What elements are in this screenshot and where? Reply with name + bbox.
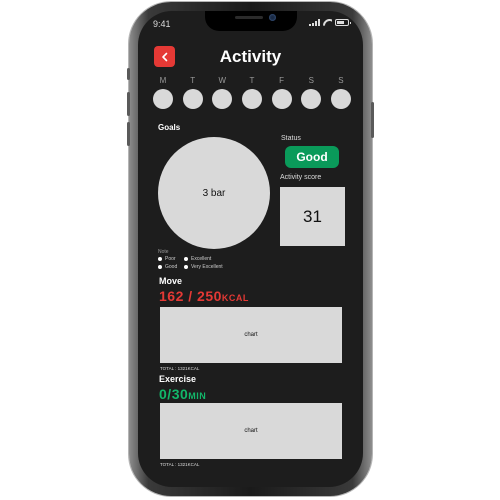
day-label: M bbox=[159, 76, 167, 85]
day-circle[interactable] bbox=[301, 89, 322, 109]
day-circle[interactable] bbox=[330, 89, 351, 109]
day-item[interactable]: W bbox=[211, 76, 233, 109]
activity-score-value: 31 bbox=[280, 187, 345, 246]
day-item[interactable]: M bbox=[152, 76, 174, 109]
goals-label: Goals bbox=[158, 123, 181, 132]
day-item[interactable]: T bbox=[241, 76, 263, 109]
day-item[interactable]: S bbox=[330, 76, 352, 109]
exercise-chart: chart bbox=[160, 403, 342, 459]
legend-label: Excellent bbox=[191, 256, 212, 262]
move-value: 162 / 250KCAL bbox=[159, 288, 249, 304]
day-item[interactable]: F bbox=[271, 76, 293, 109]
legend-label: Good bbox=[165, 264, 178, 270]
phone-screen: 9:41 Activity M T W T F S S Goals 3 bar … bbox=[138, 11, 363, 487]
day-label: S bbox=[308, 76, 314, 85]
notch bbox=[205, 11, 297, 31]
day-circle[interactable] bbox=[271, 89, 292, 109]
goals-legend: Poor Excellent Good Very Excellent bbox=[158, 256, 238, 270]
day-circle[interactable] bbox=[212, 89, 233, 109]
day-item[interactable]: S bbox=[300, 76, 322, 109]
move-current: 162 bbox=[159, 288, 184, 304]
front-camera bbox=[269, 14, 276, 21]
week-day-selector: M T W T F S S bbox=[152, 76, 352, 109]
volume-up-button bbox=[127, 92, 130, 116]
exercise-chart-placeholder: chart bbox=[244, 428, 258, 434]
legend-dot-icon bbox=[158, 265, 162, 269]
exercise-value: 0/30MIN bbox=[159, 386, 206, 402]
legend-item: Very Excellent bbox=[184, 264, 234, 270]
note-title: Note bbox=[158, 249, 169, 255]
mute-switch bbox=[127, 68, 130, 80]
move-chart: chart bbox=[160, 307, 342, 363]
status-time: 9:41 bbox=[153, 19, 171, 29]
legend-item: Good bbox=[158, 264, 184, 270]
day-circle[interactable] bbox=[241, 89, 262, 109]
legend-item: Excellent bbox=[184, 256, 234, 262]
goals-ring-placeholder: 3 bar bbox=[202, 187, 226, 199]
day-circle[interactable] bbox=[182, 89, 203, 109]
volume-down-button bbox=[127, 122, 130, 146]
signal-icon bbox=[309, 19, 320, 26]
legend-dot-icon bbox=[184, 265, 188, 269]
page-title: Activity bbox=[219, 47, 282, 66]
move-goal: 250 bbox=[197, 288, 222, 304]
legend-label: Poor bbox=[165, 256, 176, 262]
day-label: T bbox=[249, 76, 255, 85]
power-button bbox=[371, 102, 374, 138]
battery-icon bbox=[335, 19, 351, 26]
exercise-goal: 30 bbox=[171, 386, 189, 402]
legend-item: Poor bbox=[158, 256, 184, 262]
status-label: Status bbox=[281, 135, 301, 142]
activity-score-label: Activity score bbox=[280, 174, 322, 181]
legend-dot-icon bbox=[184, 257, 188, 261]
status-badge: Good bbox=[285, 146, 339, 168]
exercise-unit: MIN bbox=[188, 391, 207, 401]
day-item[interactable]: T bbox=[182, 76, 204, 109]
day-label: T bbox=[190, 76, 196, 85]
goals-ring-chart: 3 bar bbox=[158, 137, 270, 249]
exercise-label: Exercise bbox=[159, 374, 197, 384]
move-chart-placeholder: chart bbox=[244, 332, 258, 338]
status-icons bbox=[309, 19, 351, 26]
day-label: F bbox=[279, 76, 285, 85]
move-total: TOTAL : 1321KCAL bbox=[160, 366, 200, 371]
day-label: S bbox=[338, 76, 344, 85]
move-label: Move bbox=[159, 276, 183, 286]
speaker bbox=[235, 16, 263, 19]
day-label: W bbox=[218, 76, 227, 85]
legend-label: Very Excellent bbox=[191, 264, 223, 270]
exercise-total: TOTAL : 1321KCAL bbox=[160, 462, 200, 467]
legend-dot-icon bbox=[158, 257, 162, 261]
day-circle[interactable] bbox=[153, 89, 173, 109]
move-unit: KCAL bbox=[221, 293, 249, 303]
wifi-icon bbox=[323, 19, 332, 26]
move-separator: / bbox=[183, 288, 198, 304]
